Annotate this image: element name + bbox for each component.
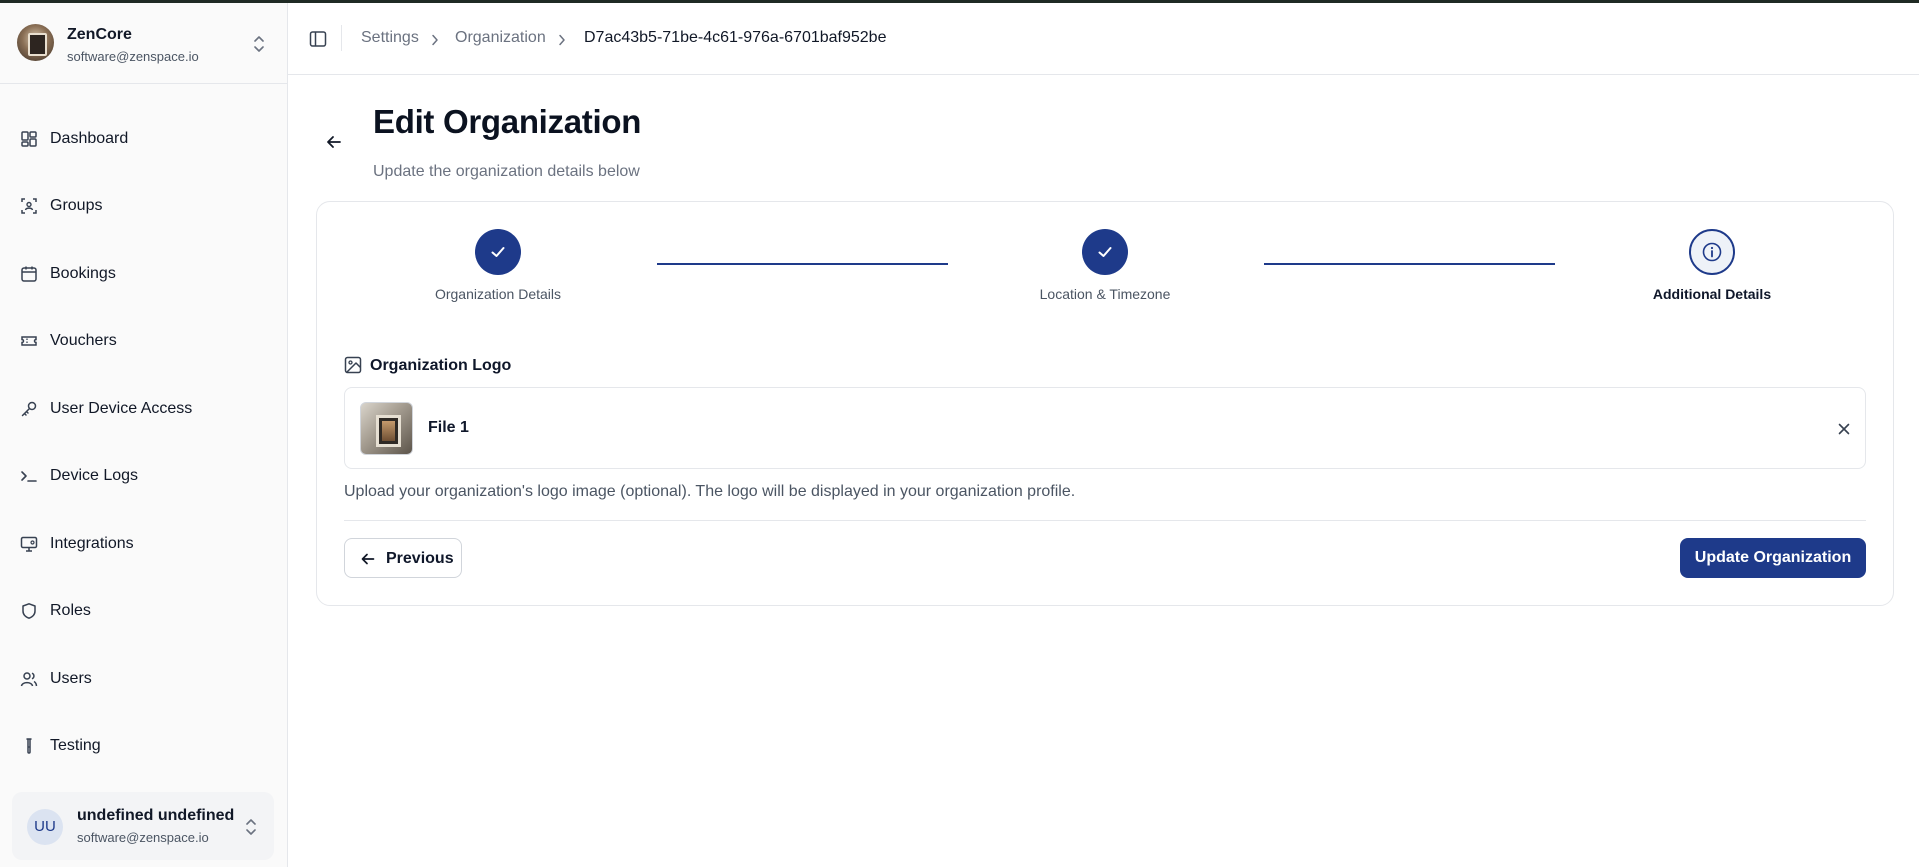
check-icon: [1098, 247, 1112, 257]
back-arrow-icon[interactable]: [325, 133, 343, 151]
step-connector: [657, 263, 948, 265]
check-icon: [491, 247, 505, 257]
sidebar-item-label: Testing: [50, 737, 101, 754]
user-email: software@zenspace.io: [77, 830, 209, 845]
org-switcher[interactable]: ZenCore software@zenspace.io: [0, 3, 287, 84]
sidebar-item-label: Device Logs: [50, 467, 139, 484]
sidebar-item-label: Roles: [50, 602, 91, 619]
sidebar-item-label: Bookings: [50, 265, 116, 282]
breadcrumb-current: D7ac43b5-71be-4c61-976a-6701baf952be: [584, 29, 887, 46]
logo-section-title: Organization Logo: [370, 357, 512, 374]
step-1-indicator: [475, 229, 521, 275]
update-organization-button[interactable]: Update Organization: [1680, 538, 1866, 578]
chevrons-up-down-icon: [246, 819, 256, 835]
sidebar-item-vouchers[interactable]: Vouchers: [12, 321, 275, 361]
sidebar-item-label: Users: [50, 670, 92, 687]
sidebar: ZenCore software@zenspace.io Dashboard G…: [0, 3, 288, 867]
breadcrumb-organization[interactable]: Organization: [455, 29, 546, 47]
chevron-right-icon: [432, 34, 438, 46]
shield-icon: [22, 603, 36, 619]
sidebar-item-dashboard[interactable]: Dashboard: [12, 119, 275, 159]
sidebar-item-roles[interactable]: Roles: [12, 591, 275, 631]
previous-button[interactable]: Previous: [344, 538, 462, 578]
sidebar-item-device-logs[interactable]: Device Logs: [12, 456, 275, 496]
calendar-icon: [21, 266, 37, 282]
user-avatar: UU: [27, 809, 63, 845]
org-email: software@zenspace.io: [67, 49, 199, 64]
image-icon: [344, 356, 362, 374]
step-2-label: Location & Timezone: [1039, 286, 1171, 302]
groups-icon: [21, 198, 37, 214]
card-divider: [344, 520, 1866, 521]
user-name: undefined undefined: [77, 807, 235, 824]
previous-button-label: Previous: [386, 550, 454, 567]
terminal-icon: [21, 471, 37, 482]
page-subtitle: Update the organization details below: [373, 163, 640, 180]
sidebar-item-label: Integrations: [50, 535, 134, 552]
sidebar-item-testing[interactable]: Testing: [12, 726, 275, 766]
chevrons-up-down-icon: [254, 36, 264, 52]
sidebar-item-groups[interactable]: Groups: [12, 186, 275, 226]
file-thumbnail: [360, 402, 413, 455]
step-1-label: Organization Details: [434, 286, 562, 302]
sidebar-item-integrations[interactable]: Integrations: [12, 524, 275, 564]
sidebar-toggle-icon[interactable]: [309, 30, 327, 48]
step-3-label: Additional Details: [1652, 286, 1772, 302]
sidebar-item-user-device-access[interactable]: User Device Access: [12, 389, 275, 429]
breadcrumb-settings[interactable]: Settings: [361, 29, 419, 47]
logo-help-text: Upload your organization's logo image (o…: [344, 483, 1076, 500]
user-menu[interactable]: UU undefined undefined software@zenspace…: [12, 792, 274, 860]
organization-avatar: [17, 24, 54, 61]
ticket-icon: [21, 336, 37, 346]
arrow-left-icon: [361, 553, 375, 565]
users-icon: [20, 672, 38, 687]
info-icon: [1702, 242, 1722, 262]
chevron-right-icon: [559, 34, 565, 46]
header-divider: [341, 25, 342, 51]
monitor-icon: [20, 536, 38, 552]
file-name: File 1: [428, 419, 469, 436]
edit-organization-card: Organization Details Location & Timezone…: [316, 201, 1894, 606]
key-icon: [21, 401, 37, 417]
test-tube-icon: [26, 738, 32, 754]
sidebar-item-bookings[interactable]: Bookings: [12, 254, 275, 294]
page-title: Edit Organization: [373, 103, 642, 140]
step-3-indicator: [1689, 229, 1735, 275]
sidebar-item-label: Dashboard: [50, 130, 129, 147]
sidebar-item-label: Groups: [50, 197, 103, 214]
step-connector: [1264, 263, 1555, 265]
sidebar-item-label: Vouchers: [50, 332, 117, 349]
top-header: Settings Organization D7ac43b5-71be-4c61…: [288, 3, 1919, 75]
close-icon[interactable]: [1836, 421, 1852, 437]
dashboard-icon: [21, 131, 37, 147]
step-2-indicator: [1082, 229, 1128, 275]
sidebar-item-label: User Device Access: [50, 400, 193, 417]
uploaded-file-item: File 1: [344, 387, 1866, 469]
org-name: ZenCore: [67, 26, 132, 43]
sidebar-item-users[interactable]: Users: [12, 659, 275, 699]
